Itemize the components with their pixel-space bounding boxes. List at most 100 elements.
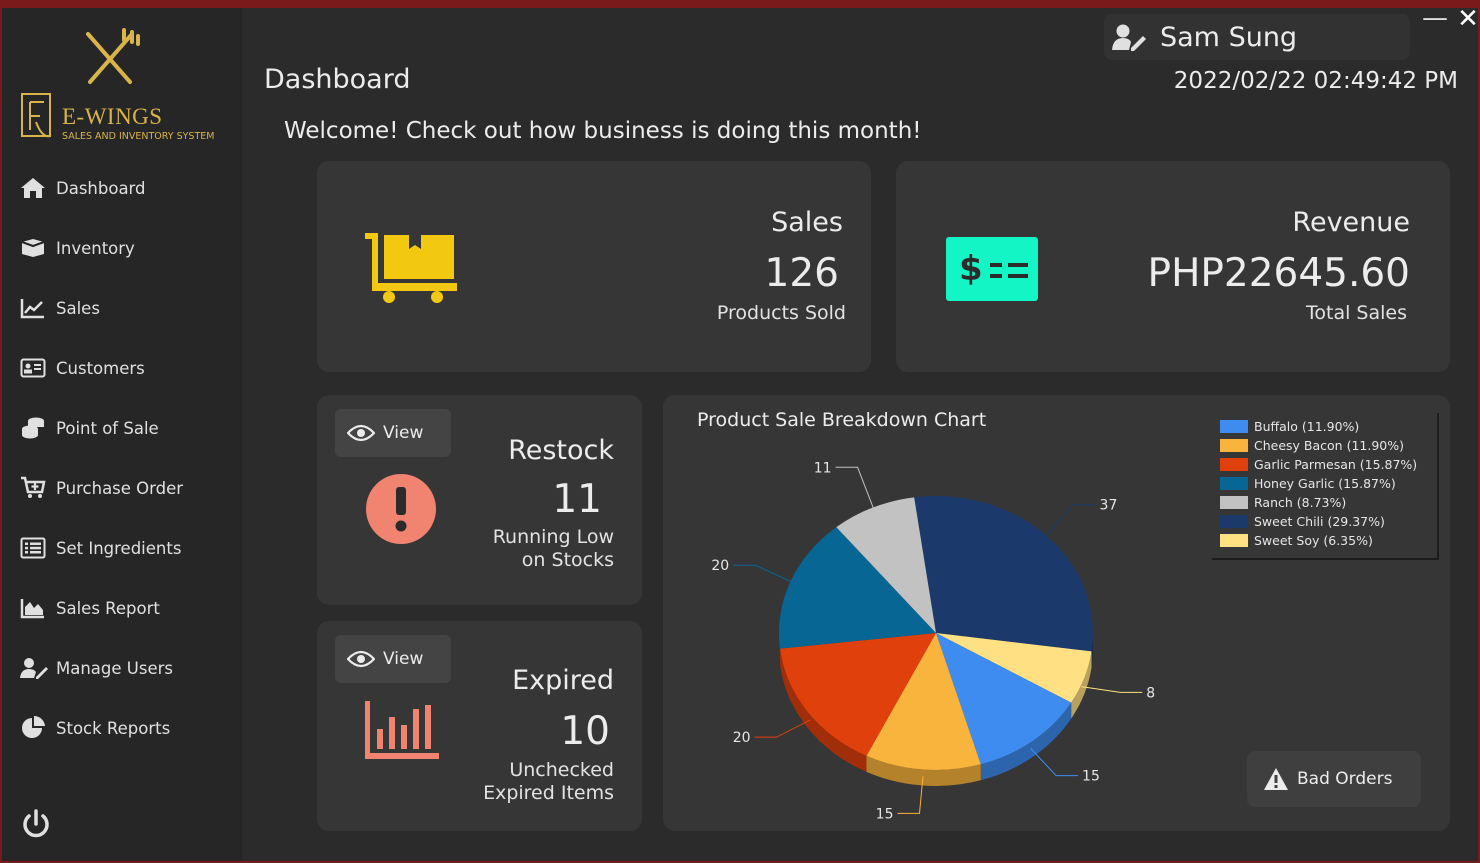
legend-swatch xyxy=(1220,419,1248,433)
box-icon xyxy=(20,235,48,261)
sidebar-item-inventory[interactable]: Inventory xyxy=(20,230,230,266)
pie-chart: 37 8 15 15 20 20 11 xyxy=(711,460,1155,822)
line-chart-icon xyxy=(20,295,48,321)
revenue-title: Revenue xyxy=(1292,207,1410,238)
pie-data-label: 37 xyxy=(1100,498,1118,514)
expired-view-button[interactable]: View xyxy=(335,635,451,683)
datetime: 2022/02/22 02:49:42 PM xyxy=(1173,68,1458,94)
fork-knife-icon xyxy=(86,28,140,84)
pie-leader-line xyxy=(1044,504,1096,539)
legend-swatch xyxy=(1220,476,1248,490)
sidebar-item-manage-users[interactable]: Manage Users xyxy=(20,650,230,686)
legend-item: Sweet Soy (6.35%) xyxy=(1220,531,1373,549)
brand-monogram xyxy=(21,93,51,138)
sidebar-item-sales-report[interactable]: Sales Report xyxy=(20,590,230,626)
chart-card: Product Sale Breakdown Chart 37 8 15 15 20 20… xyxy=(663,395,1450,831)
restock-view-button[interactable]: View xyxy=(335,409,451,457)
pie-data-label: 8 xyxy=(1146,685,1155,701)
sidebar-item-label: Point of Sale xyxy=(56,418,159,438)
sidebar-item-point-of-sale[interactable]: Point of Sale xyxy=(20,410,230,446)
legend-swatch xyxy=(1220,457,1248,471)
main-content: Dashboard Sam Sung — ✕ 2022/02/22 02:49:… xyxy=(242,5,1480,861)
sales-value: 126 xyxy=(764,251,839,296)
exclamation-circle-icon xyxy=(366,474,436,544)
pie-icon xyxy=(20,715,48,741)
view-label: View xyxy=(383,649,424,669)
pie-leader-line xyxy=(1081,686,1143,693)
sidebar-item-stock-reports[interactable]: Stock Reports xyxy=(20,710,230,746)
user-name: Sam Sung xyxy=(1160,21,1298,53)
sidebar-item-set-ingredients[interactable]: Set Ingredients xyxy=(20,530,230,566)
legend-item: Cheesy Bacon (11.90%) xyxy=(1220,436,1404,454)
sidebar-item-sales[interactable]: Sales xyxy=(20,290,230,326)
sidebar-item-label: Dashboard xyxy=(56,178,146,198)
page-title: Dashboard xyxy=(264,64,411,95)
sales-card: Sales 126 Products Sold xyxy=(317,161,871,372)
sidebar-item-purchase-order[interactable]: Purchase Order xyxy=(20,470,230,506)
pie-slice xyxy=(914,496,1093,652)
legend-label: Buffalo (11.90%) xyxy=(1254,418,1360,434)
pie-leader-line xyxy=(835,466,875,511)
coins-icon xyxy=(20,415,48,441)
sidebar-item-label: Set Ingredients xyxy=(56,538,182,558)
restock-caption-line1: Running Low xyxy=(492,526,614,548)
id-card-icon xyxy=(20,355,48,381)
pie-leader-line xyxy=(754,719,811,738)
sidebar: E-WINGS SALES AND INVENTORY SYSTEM Dashb… xyxy=(2,8,242,861)
user-edit-icon xyxy=(20,655,48,681)
logo: E-WINGS SALES AND INVENTORY SYSTEM xyxy=(20,22,235,147)
pie-data-label: 20 xyxy=(733,730,751,746)
expired-caption-line1: Unchecked xyxy=(509,759,614,781)
expired-caption-line2: Expired Items xyxy=(483,782,614,804)
money-bill-icon: $ xyxy=(946,237,1038,301)
area-chart-icon xyxy=(20,595,48,621)
dolly-box-icon xyxy=(365,233,457,303)
pie-data-label: 15 xyxy=(1082,769,1100,785)
pie-data-label: 11 xyxy=(814,460,832,476)
user-edit-icon xyxy=(1112,24,1146,51)
revenue-caption: Total Sales xyxy=(1306,302,1407,324)
legend-label: Ranch (8.73%) xyxy=(1254,494,1347,510)
legend-label: Garlic Parmesan (15.87%) xyxy=(1254,456,1418,472)
svg-text:$: $ xyxy=(959,249,983,289)
brand-name: E-WINGS xyxy=(62,104,163,129)
power-icon xyxy=(23,809,49,838)
power-button[interactable] xyxy=(20,808,52,844)
close-button[interactable]: ✕ xyxy=(1456,6,1480,36)
pie-data-label: 15 xyxy=(876,806,894,822)
sidebar-item-label: Manage Users xyxy=(56,658,173,678)
expired-title: Expired xyxy=(512,665,614,696)
legend-swatch xyxy=(1220,514,1248,528)
sidebar-item-label: Purchase Order xyxy=(56,478,184,498)
expired-value: 10 xyxy=(560,709,610,754)
legend-label: Sweet Soy (6.35%) xyxy=(1254,532,1373,548)
bad-orders-label: Bad Orders xyxy=(1297,769,1393,789)
legend-label: Cheesy Bacon (11.90%) xyxy=(1254,437,1404,453)
pie-data-label: 20 xyxy=(711,558,729,574)
sidebar-item-label: Sales Report xyxy=(56,598,160,618)
app-window: E-WINGS SALES AND INVENTORY SYSTEM Dashb… xyxy=(2,5,1480,861)
sidebar-item-label: Sales xyxy=(56,298,100,318)
legend-swatch xyxy=(1220,438,1248,452)
expired-card: View Expired 10 Unchecked Expired Items xyxy=(317,621,642,831)
sidebar-item-label: Stock Reports xyxy=(56,718,171,738)
home-icon xyxy=(20,175,48,201)
bad-orders-button[interactable]: Bad Orders xyxy=(1247,751,1421,807)
sidebar-item-dashboard[interactable]: Dashboard xyxy=(20,170,230,206)
legend-item: Garlic Parmesan (15.87%) xyxy=(1220,455,1417,473)
chart-legend: Buffalo (11.90%) Cheesy Bacon (11.90%) Gar… xyxy=(1212,413,1439,560)
eye-icon xyxy=(347,424,375,442)
welcome-message: Welcome! Check out how business is doing… xyxy=(284,118,922,144)
revenue-card: $ Revenue PHP22645.60 Total Sales xyxy=(896,161,1450,372)
legend-label: Sweet Chili (29.37%) xyxy=(1254,513,1385,529)
revenue-value: PHP22645.60 xyxy=(1147,251,1410,296)
legend-swatch xyxy=(1220,495,1248,509)
restock-caption-line2: on Stocks xyxy=(521,549,614,571)
view-label: View xyxy=(383,423,424,443)
legend-swatch xyxy=(1220,533,1248,547)
eye-icon xyxy=(347,650,375,668)
brand-subtitle: SALES AND INVENTORY SYSTEM xyxy=(62,131,215,142)
user-profile[interactable]: Sam Sung xyxy=(1104,14,1410,60)
minimize-button[interactable]: — xyxy=(1422,5,1448,36)
sidebar-item-customers[interactable]: Customers xyxy=(20,350,230,386)
